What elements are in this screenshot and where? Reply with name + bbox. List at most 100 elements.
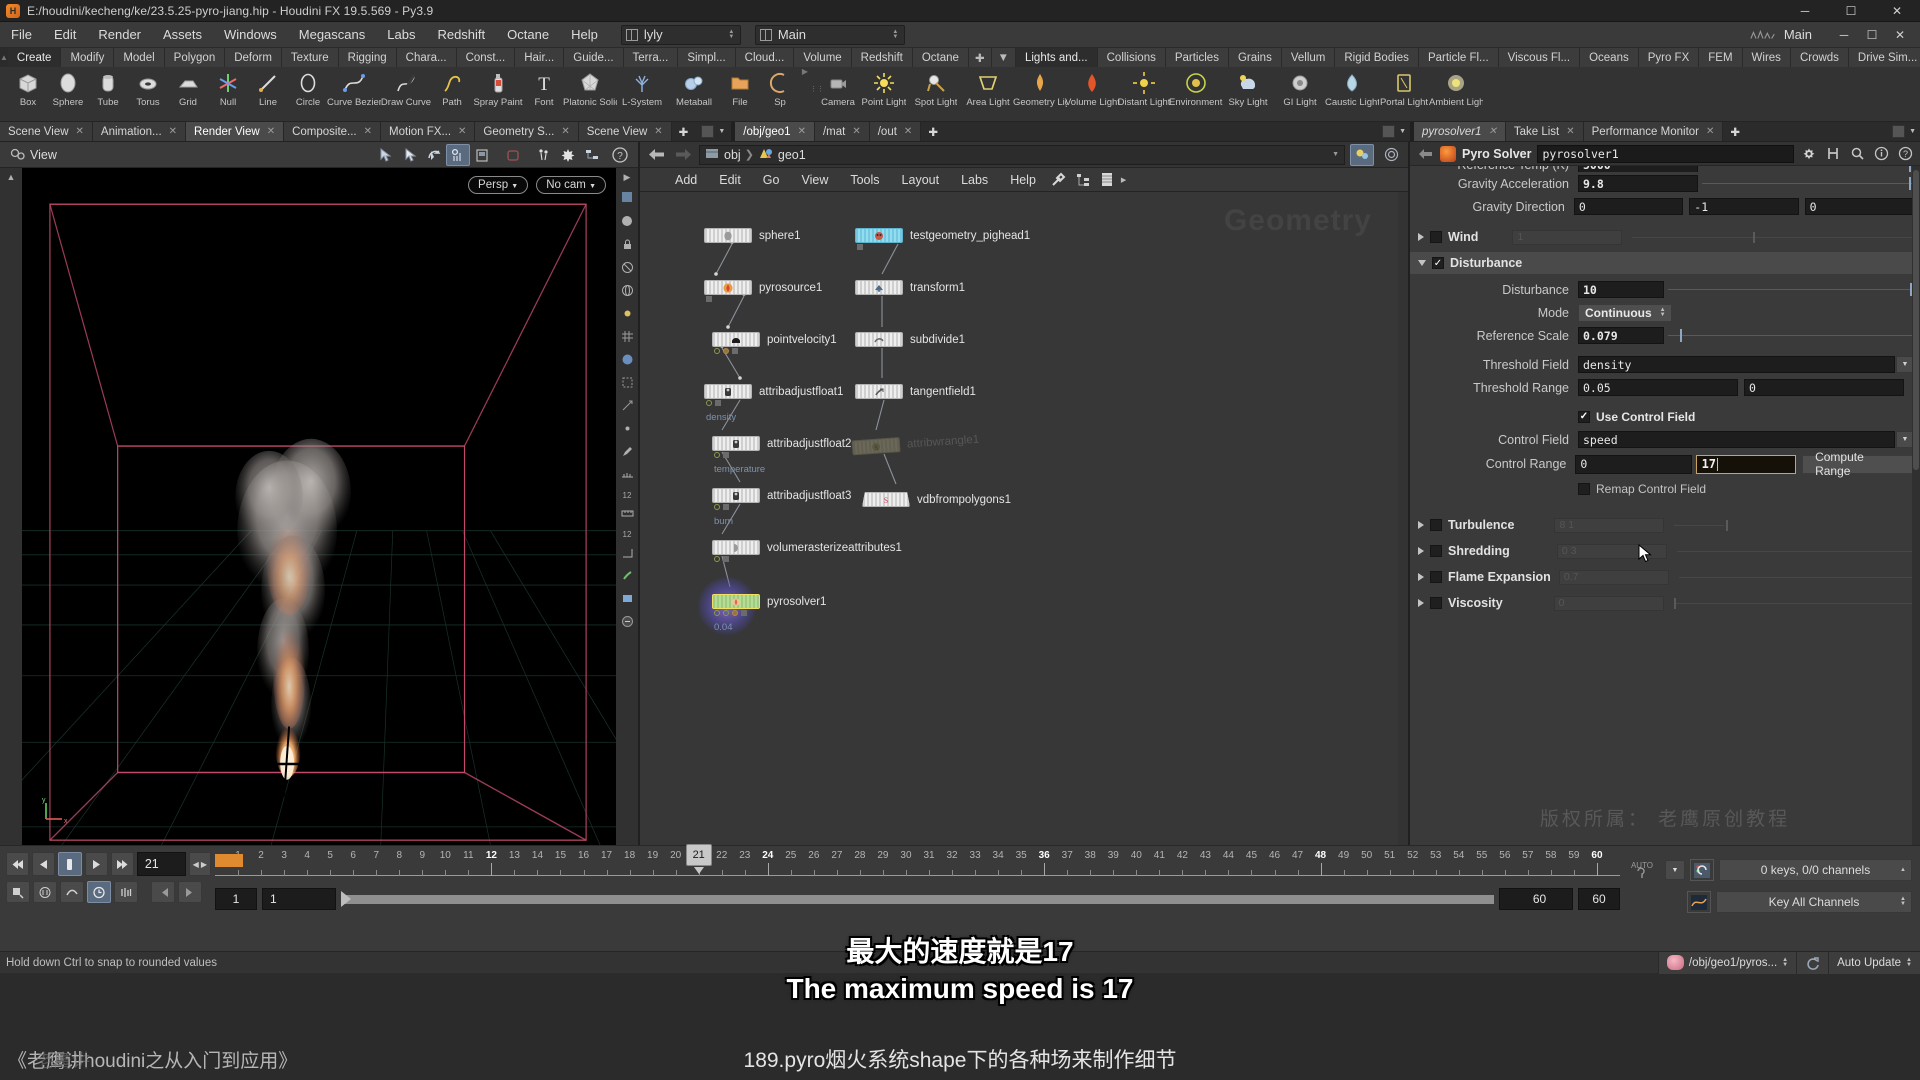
path-dropdown-icon[interactable]: ▼: [1332, 151, 1339, 158]
shelf-tab-pyro-fx[interactable]: Pyro FX: [1638, 48, 1700, 67]
rotate-tool-icon[interactable]: [422, 144, 446, 166]
back-arrow-icon[interactable]: [1416, 145, 1434, 163]
tab-pyrosolver1[interactable]: pyrosolver1 ✕: [1414, 122, 1506, 141]
spinner-icon[interactable]: ▲ ▼: [1660, 307, 1666, 318]
shelf-tab-texture[interactable]: Texture: [281, 48, 339, 67]
parm-section-turbulence[interactable]: Turbulence 8 1: [1410, 514, 1920, 536]
control-field-value[interactable]: speed: [1578, 431, 1895, 448]
chevron-right-icon[interactable]: [1418, 521, 1424, 529]
viewport-shading-icon[interactable]: [620, 214, 634, 231]
add-pane-tab-button[interactable]: ✚: [671, 122, 696, 141]
play-button[interactable]: [84, 852, 108, 876]
viewport-3d-canvas[interactable]: Persp ▼ No cam ▼ y x: [22, 168, 616, 845]
viewport-measure-icon[interactable]: [621, 468, 634, 484]
node-transform1[interactable]: transform1: [855, 280, 965, 295]
spinner-icon[interactable]: ▲ ▼: [1782, 957, 1788, 968]
node-flag-render[interactable]: [706, 400, 712, 406]
shelf-tab-deform[interactable]: Deform: [225, 48, 282, 67]
range-start-field[interactable]: 1: [215, 888, 257, 910]
timeline-ruler-area[interactable]: 1234567891011121314151617181920212223242…: [215, 844, 1620, 951]
view-menu-icon[interactable]: [6, 144, 30, 166]
shelf-tool-font[interactable]: T Font: [524, 67, 564, 108]
viewport-material-icon[interactable]: [621, 353, 634, 369]
viewport-snapshot-icon[interactable]: [470, 144, 494, 166]
viewport-layout-selector[interactable]: Main ▲ ▼: [754, 24, 905, 45]
minimize-button[interactable]: ─: [1782, 0, 1828, 22]
timeline-ruler[interactable]: 1234567891011121314151617181920212223242…: [215, 850, 1620, 880]
realtime-toggle-button[interactable]: [87, 881, 111, 903]
parm-slider[interactable]: [1702, 166, 1914, 172]
node-flag-display[interactable]: [732, 348, 738, 354]
range-end-field[interactable]: 60: [1578, 888, 1620, 910]
network-path-field[interactable]: obj ❯ geo1 ▼: [699, 144, 1345, 165]
node-flag-display[interactable]: [706, 296, 712, 302]
close-icon[interactable]: ✕: [267, 126, 275, 137]
spinner-icon[interactable]: ▲ ▼: [1906, 957, 1912, 968]
disturbance-mode-dropdown[interactable]: Continuous ▲ ▼: [1578, 303, 1672, 322]
menu-file[interactable]: File: [0, 22, 43, 48]
playback-start-field[interactable]: 1: [262, 888, 336, 910]
node-volumerasterizeattributes1[interactable]: volumerasterizeattributes1: [712, 540, 902, 562]
close-icon[interactable]: ✕: [76, 126, 84, 137]
threshold-range-min[interactable]: 0.05: [1578, 379, 1738, 396]
node-subdivide1[interactable]: subdivide1: [855, 332, 965, 347]
stop-button[interactable]: [58, 852, 82, 876]
network-menu-go[interactable]: Go: [752, 168, 791, 192]
viewport-xray-icon[interactable]: [621, 261, 634, 277]
auto-key-icon[interactable]: AUTO: [1624, 854, 1660, 886]
node-body[interactable]: [855, 280, 903, 295]
shelf-tab-menu-icon[interactable]: ▼: [991, 48, 1016, 67]
shelf-tool-geometry-light[interactable]: Geometry Light: [1013, 67, 1067, 108]
shelf-tab-particle-fluids[interactable]: Particle Fl...: [1418, 48, 1499, 67]
viewport-capture-icon[interactable]: [621, 592, 634, 608]
shelf-tab-wires[interactable]: Wires: [1742, 48, 1791, 67]
shelf-tab-redshift[interactable]: Redshift: [851, 48, 913, 67]
desktop-spinner-icon[interactable]: ▲ ▼: [727, 29, 736, 40]
chevron-right-icon[interactable]: [1418, 573, 1424, 581]
use-control-field-checkbox[interactable]: ✓: [1578, 410, 1590, 423]
viewport-light-icon[interactable]: [621, 307, 634, 323]
shelf-tool-sp[interactable]: Sp: [760, 67, 800, 108]
shelf-tab-rigid-bodies[interactable]: Rigid Bodies: [1335, 48, 1419, 67]
tab-mat[interactable]: /mat ✕: [814, 122, 870, 141]
flame-expansion-checkbox[interactable]: [1430, 571, 1442, 583]
control-range-min[interactable]: 0: [1575, 454, 1692, 474]
help-icon[interactable]: ?: [1896, 145, 1914, 163]
shelf-tab-viscous-fluids[interactable]: Viscous Fl...: [1498, 48, 1581, 67]
close-icon[interactable]: ✕: [798, 126, 806, 137]
parm-slider[interactable]: [1702, 175, 1914, 192]
keys-channels-field[interactable]: 0 keys, 0/0 channels ▲: [1719, 859, 1912, 881]
shelf-tool-ambient-light[interactable]: Ambient Light: [1429, 67, 1483, 108]
shelf-tab-particles[interactable]: Particles: [1165, 48, 1229, 67]
network-menu-labs[interactable]: Labs: [950, 168, 999, 192]
refresh-cell[interactable]: [1796, 951, 1829, 974]
node-vdbfrompolygons1[interactable]: S vdbfrompolygons1: [862, 492, 1011, 507]
shelf-tab-model[interactable]: Model: [114, 48, 165, 67]
shelf-tab-grains[interactable]: Grains: [1228, 48, 1282, 67]
close-icon[interactable]: ✕: [458, 126, 466, 137]
remap-control-field-checkbox[interactable]: [1578, 482, 1590, 495]
jump-to-end-button[interactable]: [110, 852, 134, 876]
playhead[interactable]: 21: [685, 844, 712, 874]
key-all-channels-field[interactable]: Key All Channels ▲ ▼: [1716, 891, 1912, 913]
viewport-view-label[interactable]: View: [30, 148, 57, 162]
node-flag-render[interactable]: [714, 348, 720, 354]
network-spiral-icon[interactable]: [1379, 144, 1403, 166]
tab-take-list[interactable]: Take List ✕: [1505, 122, 1584, 141]
shelf-tool-spot-light[interactable]: Spot Light: [910, 67, 962, 108]
simulation-button[interactable]: [60, 881, 84, 903]
shelf-tool-platonic-solids[interactable]: Platonic Solids: [563, 67, 617, 108]
viewport-point-icon[interactable]: [621, 422, 634, 438]
node-flag-display[interactable]: [741, 610, 747, 616]
node-flag-display[interactable]: [723, 504, 729, 510]
keyframe-channels-icon[interactable]: [1690, 859, 1714, 881]
parm-section-flame-expansion[interactable]: Flame Expansion 0.7: [1410, 566, 1920, 588]
node-flag-render[interactable]: [714, 556, 720, 562]
network-menu-edit[interactable]: Edit: [708, 168, 752, 192]
shelf-tab-vellum[interactable]: Vellum: [1281, 48, 1336, 67]
shelf-tab-oceans[interactable]: Oceans: [1580, 48, 1639, 67]
viewport-display-mode-icon[interactable]: [620, 190, 634, 207]
close-button[interactable]: ✕: [1874, 0, 1920, 22]
node-tangentfield1[interactable]: tangentfield1: [855, 384, 976, 399]
tab-scene-view[interactable]: Scene View ✕: [0, 122, 93, 141]
